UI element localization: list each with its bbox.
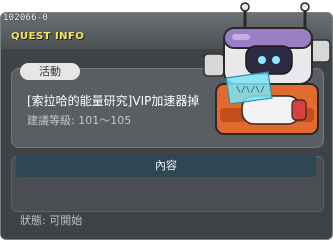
quest-status: 狀態: 可開始 <box>20 214 83 227</box>
content-button[interactable]: 內容 <box>16 155 316 177</box>
window-title: QUEST INFO <box>11 31 85 42</box>
quest-id: 102066-0 <box>3 13 48 23</box>
quest-name: [索拉哈的能量研究]VIP加速器掉 <box>27 94 200 108</box>
robot-npc-icon: \/\/\/ <box>203 2 331 135</box>
recommended-level: 建議等級: 101～105 <box>27 114 132 127</box>
svg-text:\/\/\/: \/\/\/ <box>236 85 265 94</box>
category-badge: 活動 <box>20 63 80 80</box>
